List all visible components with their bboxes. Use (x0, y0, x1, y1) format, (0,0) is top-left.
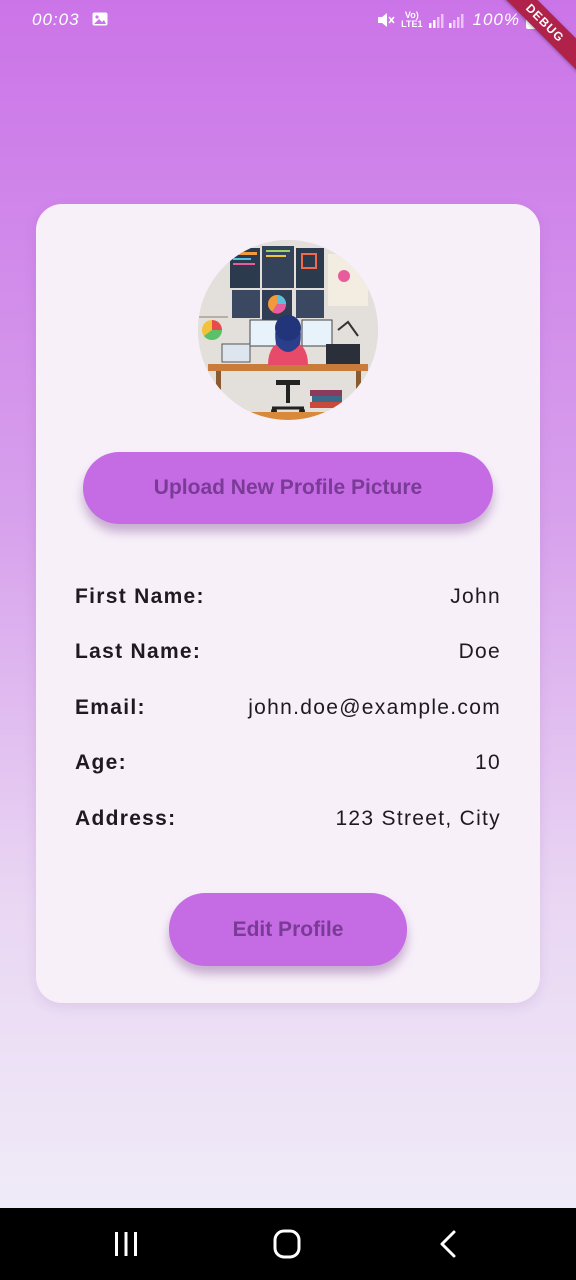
battery-percent: 100% (472, 10, 520, 29)
image-icon (92, 12, 108, 26)
profile-card: Upload New Profile Picture First Name: J… (36, 204, 540, 1003)
status-indicators: Vo) LTE1 100% (377, 10, 536, 30)
lte-indicator: Vo) LTE1 (401, 11, 422, 29)
first-name-label: First Name: (75, 585, 205, 608)
home-icon[interactable] (267, 1228, 307, 1260)
email-row: Email: john.doe@example.com (75, 693, 501, 723)
profile-avatar[interactable] (198, 240, 378, 420)
signal-icon (428, 14, 464, 28)
email-value: john.doe@example.com (248, 696, 501, 719)
last-name-row: Last Name: Doe (75, 637, 501, 667)
address-row: Address: 123 Street, City (75, 804, 501, 834)
address-label: Address: (75, 807, 177, 830)
mute-icon (378, 13, 395, 27)
age-row: Age: 10 (75, 748, 501, 778)
back-icon[interactable] (428, 1228, 468, 1260)
status-bar: 00:03 Vo) LTE1 100% (0, 0, 576, 40)
avatar-illustration (198, 240, 378, 420)
recents-icon[interactable] (106, 1228, 146, 1260)
last-name-label: Last Name: (75, 640, 202, 663)
edit-profile-button[interactable]: Edit Profile (169, 893, 407, 966)
status-time: 00:03 (32, 10, 80, 29)
age-label: Age: (75, 751, 127, 774)
lte-line2: LTE1 (401, 19, 423, 29)
navigation-bar (0, 1208, 576, 1280)
last-name-value: Doe (458, 640, 501, 663)
address-value: 123 Street, City (335, 807, 501, 830)
age-value: 10 (475, 751, 501, 774)
upload-profile-picture-button[interactable]: Upload New Profile Picture (83, 452, 493, 524)
email-label: Email: (75, 696, 146, 719)
first-name-value: John (450, 585, 501, 608)
first-name-row: First Name: John (75, 582, 501, 612)
